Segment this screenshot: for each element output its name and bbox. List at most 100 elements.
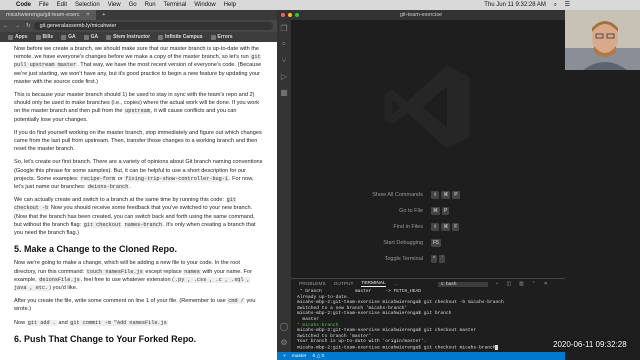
- vscode-logo-icon: [384, 65, 470, 149]
- terminal-output[interactable]: * branch master -> FETCH_HEAD Already up-…: [291, 289, 565, 351]
- bookmark-ga-1[interactable]: GA: [61, 34, 76, 40]
- shortcut-show-all-commands[interactable]: Show All Commands ⇧ ⌘ P: [311, 187, 551, 203]
- tab-label: micahwierenga/git-team-exerc: [6, 12, 80, 18]
- close-icon[interactable]: ✕: [86, 12, 91, 18]
- split-terminal-icon[interactable]: ◫: [506, 282, 511, 287]
- editor-area[interactable]: Show All Commands ⇧ ⌘ P Go to File ⌘ P Find…: [291, 20, 565, 278]
- tab-more[interactable]: ...: [394, 282, 398, 287]
- menu-go[interactable]: Go: [129, 2, 137, 8]
- search-icon[interactable]: ⌕: [277, 36, 291, 52]
- welcome-shortcuts: Show All Commands ⇧ ⌘ P Go to File ⌘ P Find…: [311, 187, 551, 267]
- gear-icon[interactable]: ⚙: [277, 334, 291, 350]
- terminal-select[interactable]: 1: bash: [437, 281, 488, 287]
- url-field[interactable]: git.generalassemb.ly/micahwier: [33, 22, 273, 30]
- menu-view[interactable]: View: [108, 2, 121, 8]
- paragraph: Now we're going to make a change, which …: [14, 260, 252, 292]
- terminal-line: micahs-mbp-2:git-team-exercise micahwier…: [297, 344, 559, 351]
- window-title: git-team-exercise: [399, 12, 443, 18]
- maximize-window-button[interactable]: [295, 13, 299, 17]
- bottom-panel: PROBLEMS OUTPUT TERMINAL ... 1: bash + ◫…: [291, 278, 565, 353]
- folder-icon: [106, 34, 112, 40]
- bookmark-errors[interactable]: Errors: [210, 34, 233, 40]
- inline-code: cmd /: [227, 298, 245, 305]
- menu-file[interactable]: File: [39, 2, 49, 8]
- extensions-icon[interactable]: ▦: [277, 84, 291, 100]
- status-sync[interactable]: 0 △ 0: [313, 354, 325, 359]
- status-branch[interactable]: master: [292, 354, 307, 359]
- tab-problems[interactable]: PROBLEMS: [299, 282, 326, 287]
- explorer-icon[interactable]: ❐: [277, 20, 291, 36]
- menubar-datetime[interactable]: Thu Jun 11 9:32:28 AM: [484, 2, 546, 8]
- back-icon[interactable]: ←: [3, 23, 9, 29]
- folder-icon: [35, 34, 41, 40]
- vscode-window: git-team-exercise ❐ ⌕ ⑂ ▷ ▦ ◯ ⚙ Show All…: [277, 10, 565, 360]
- account-icon[interactable]: ◯: [277, 318, 291, 334]
- chevron-up-icon[interactable]: ⌃: [532, 282, 536, 287]
- shortcut-go-to-file[interactable]: Go to File ⌘ P: [311, 203, 551, 219]
- bookmark-ga-2[interactable]: GA: [83, 34, 98, 40]
- terminal-cursor: [495, 344, 499, 350]
- bookmark-bills[interactable]: Bills: [35, 34, 53, 40]
- paragraph: This is because your master branch shoul…: [14, 92, 260, 123]
- folder-icon: [210, 34, 216, 40]
- section-heading: 5. Make a Change to the Cloned Repo.: [14, 244, 178, 255]
- browser-tabs: micahwierenga/git-team-exerc ✕ +: [0, 10, 277, 20]
- new-tab-button[interactable]: +: [96, 12, 111, 18]
- inline-code: names: [183, 268, 201, 275]
- inline-code: names-branch: [123, 221, 164, 228]
- tab-terminal[interactable]: TERMINAL: [361, 281, 386, 287]
- inline-code: upstream: [124, 108, 152, 115]
- paragraph: Now before we create a branch, we should…: [14, 46, 262, 85]
- shortcut-find-in-files[interactable]: Find in Files ⇧ ⌘ F: [311, 219, 551, 235]
- bookmark-apps[interactable]: Apps: [8, 34, 28, 40]
- paragraph: So, let's create our first branch. There…: [14, 159, 263, 191]
- menu-app-name[interactable]: Code: [16, 2, 31, 8]
- inline-code: touch namesFile.js: [85, 268, 144, 275]
- browser-tab[interactable]: micahwierenga/git-team-exerc ✕: [0, 10, 97, 20]
- folder-icon: [61, 34, 67, 40]
- reload-icon[interactable]: ↻: [26, 23, 31, 29]
- paragraph: Now git add . and git commit -m "Add nam…: [14, 319, 168, 326]
- menu-edit[interactable]: Edit: [57, 2, 67, 8]
- bookmark-icon: [158, 34, 164, 40]
- paragraph: We can actually create and switch to a b…: [14, 197, 256, 237]
- menu-terminal[interactable]: Terminal: [164, 2, 187, 8]
- shortcut-start-debugging[interactable]: Start Debugging F5: [311, 235, 551, 251]
- menu-list-icon[interactable]: ☰: [565, 2, 570, 8]
- window-controls: [281, 13, 302, 17]
- inline-code: git commit -m "Add namesFile.js: [69, 319, 168, 326]
- forward-icon[interactable]: →: [15, 23, 21, 29]
- webcam-overlay: [565, 10, 640, 70]
- window-titlebar: git-team-exercise: [277, 10, 565, 20]
- menu-bar: Code File Edit Selection View Go Run Ter…: [0, 0, 640, 10]
- article-content: Now before we create a branch, we should…: [0, 42, 277, 344]
- activity-bar: ❐ ⌕ ⑂ ▷ ▦ ◯ ⚙: [277, 20, 291, 352]
- minimize-window-button[interactable]: [288, 13, 292, 17]
- add-terminal-icon[interactable]: +: [496, 282, 499, 287]
- inline-code: deionsFile.js: [38, 276, 81, 283]
- apps-icon: [8, 34, 13, 40]
- menu-help[interactable]: Help: [224, 2, 236, 8]
- search-icon[interactable]: ⌕: [554, 2, 557, 8]
- status-bar: ⑂ master 0 △ 0: [277, 352, 565, 360]
- tab-output[interactable]: OUTPUT: [334, 282, 354, 287]
- bookmark-infinite-campus[interactable]: Infinite Campus: [158, 34, 203, 40]
- debug-icon[interactable]: ▷: [277, 68, 291, 84]
- menu-window[interactable]: Window: [194, 2, 215, 8]
- close-icon[interactable]: ✕: [544, 282, 548, 287]
- source-control-icon[interactable]: ⑂: [277, 52, 291, 68]
- shortcut-toggle-terminal[interactable]: Toggle Terminal ^ `: [311, 251, 551, 267]
- close-window-button[interactable]: [281, 13, 285, 17]
- panel-tabs: PROBLEMS OUTPUT TERMINAL ... 1: bash + ◫…: [291, 279, 565, 289]
- address-bar: ← → ↻ git.generalassemb.ly/micahwier: [0, 20, 277, 32]
- bookmark-stem-instructor[interactable]: Stem Instructor: [106, 34, 150, 40]
- recording-timestamp: 2020-06-11 09:32:28: [553, 340, 627, 349]
- inline-code: fixing-trip-show-controller-bug-1: [124, 175, 230, 182]
- branch-icon[interactable]: ⑂: [283, 353, 286, 359]
- bookmarks-bar: Apps Bills GA GA Stem Instructor Infinit…: [0, 32, 277, 42]
- inline-code: recipe-form: [79, 175, 117, 182]
- trash-icon[interactable]: ▥: [519, 282, 524, 287]
- menu-run[interactable]: Run: [145, 2, 156, 8]
- folder-icon: [83, 34, 89, 40]
- menu-selection[interactable]: Selection: [75, 2, 100, 8]
